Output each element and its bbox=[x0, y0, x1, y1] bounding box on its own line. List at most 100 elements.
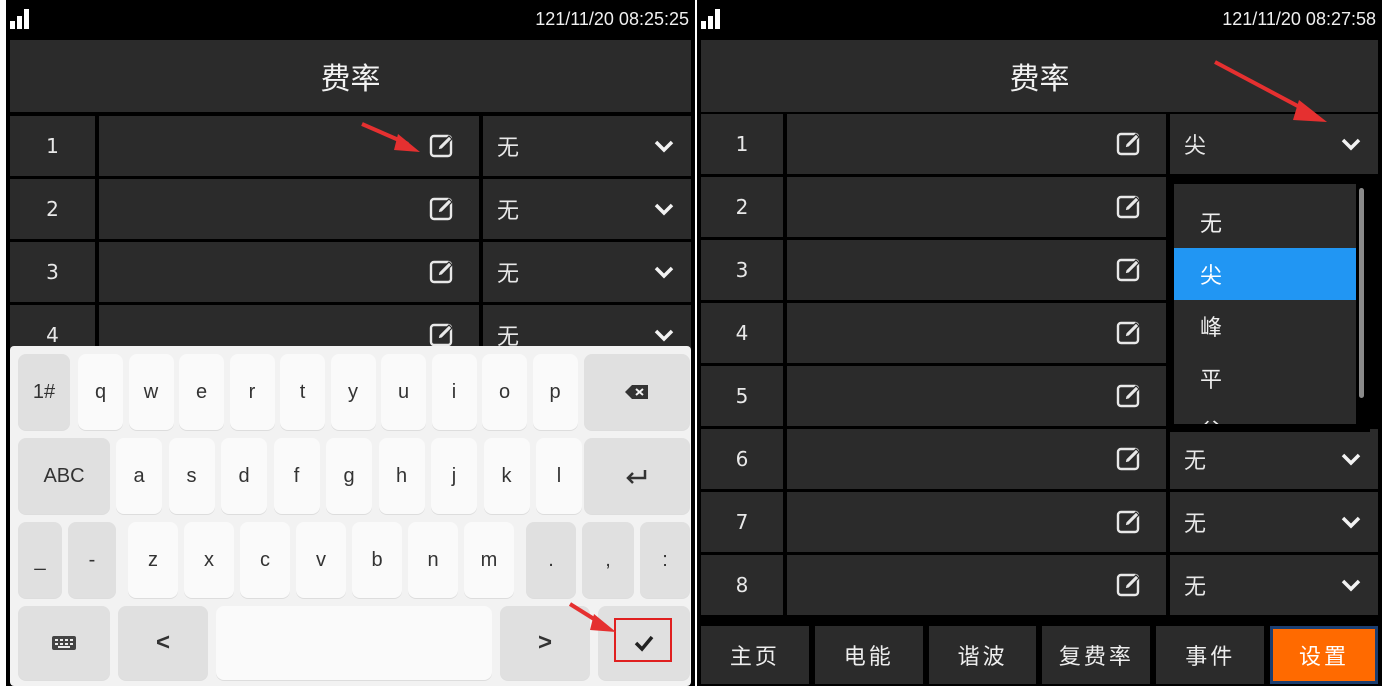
chevron-down-icon[interactable] bbox=[653, 136, 675, 156]
keyboard-key[interactable]: k bbox=[483, 438, 530, 514]
table-row: 3无 bbox=[10, 242, 691, 302]
nav-tab[interactable]: 复费率 bbox=[1042, 626, 1151, 684]
rate-type-value: 无 bbox=[1184, 575, 1207, 600]
keyboard-key[interactable]: _ bbox=[18, 522, 62, 598]
nav-tab[interactable]: 事件 bbox=[1156, 626, 1265, 684]
nav-tab[interactable]: 设置 bbox=[1270, 626, 1378, 684]
keyboard-key[interactable]: g bbox=[326, 438, 372, 514]
edit-icon[interactable] bbox=[429, 322, 455, 348]
keyboard-key[interactable]: v bbox=[296, 522, 346, 598]
edit-icon[interactable] bbox=[1116, 194, 1142, 220]
dropdown-option[interactable]: 无 bbox=[1174, 196, 1356, 248]
keyboard-key[interactable]: c bbox=[240, 522, 290, 598]
rate-name-field[interactable] bbox=[787, 114, 1166, 174]
chevron-down-icon[interactable] bbox=[653, 262, 675, 282]
dropdown-option[interactable]: 谷 bbox=[1174, 404, 1356, 424]
keyboard-key[interactable]: - bbox=[68, 522, 116, 598]
chevron-down-icon[interactable] bbox=[653, 199, 675, 219]
keyboard-key[interactable]: , bbox=[582, 522, 634, 598]
rate-type-select[interactable]: 无 bbox=[483, 116, 691, 176]
rate-name-field[interactable] bbox=[99, 179, 479, 239]
table-row: 6无 bbox=[701, 429, 1378, 489]
keyboard-key[interactable]: m bbox=[464, 522, 514, 598]
keyboard-key[interactable]: e bbox=[179, 354, 224, 430]
rate-name-field[interactable] bbox=[787, 240, 1166, 300]
keyboard-key[interactable]: 1# bbox=[18, 354, 70, 430]
dropdown-option[interactable]: 尖 bbox=[1174, 248, 1356, 300]
keyboard-key[interactable]: . bbox=[526, 522, 576, 598]
row-number: 4 bbox=[701, 303, 783, 363]
edit-icon[interactable] bbox=[1116, 131, 1142, 157]
rate-type-select[interactable]: 无 bbox=[1170, 555, 1378, 615]
dropdown-scrollbar[interactable] bbox=[1359, 188, 1364, 398]
keyboard-key[interactable]: t bbox=[280, 354, 325, 430]
highlight-box bbox=[614, 618, 672, 662]
keyboard-toggle-key[interactable] bbox=[18, 606, 110, 680]
keyboard-key[interactable]: ABC bbox=[18, 438, 110, 514]
row-number: 1 bbox=[701, 114, 783, 174]
keyboard-key[interactable]: n bbox=[408, 522, 458, 598]
keyboard-key[interactable]: h bbox=[378, 438, 425, 514]
rate-dropdown-list[interactable]: 无尖峰平谷 bbox=[1166, 176, 1370, 432]
edit-icon[interactable] bbox=[1116, 383, 1142, 409]
rate-type-select[interactable]: 无 bbox=[483, 242, 691, 302]
keyboard-key[interactable]: : bbox=[640, 522, 690, 598]
rate-name-field[interactable] bbox=[787, 555, 1166, 615]
bottom-nav: 主页 电能 谐波 复费率 事件 设置 bbox=[701, 626, 1378, 684]
rate-name-field[interactable] bbox=[787, 366, 1166, 426]
edit-icon[interactable] bbox=[1116, 320, 1142, 346]
table-row: 7无 bbox=[701, 492, 1378, 552]
chevron-down-icon[interactable] bbox=[1340, 512, 1362, 532]
nav-tab[interactable]: 谐波 bbox=[928, 626, 1037, 684]
rate-type-select[interactable]: 无 bbox=[483, 179, 691, 239]
keyboard-key[interactable]: y bbox=[330, 354, 376, 430]
keyboard-key[interactable]: o bbox=[482, 354, 527, 430]
nav-tab[interactable]: 电能 bbox=[814, 626, 923, 684]
rate-name-field[interactable] bbox=[99, 242, 479, 302]
keyboard-key[interactable]: r bbox=[229, 354, 275, 430]
chevron-down-icon[interactable] bbox=[1340, 575, 1362, 595]
chevron-down-icon[interactable] bbox=[1340, 134, 1362, 154]
rate-type-value: 无 bbox=[1184, 512, 1207, 537]
edit-icon[interactable] bbox=[1116, 572, 1142, 598]
table-row: 8无 bbox=[701, 555, 1378, 615]
rate-name-field[interactable] bbox=[787, 303, 1166, 363]
keyboard-key[interactable]: z bbox=[128, 522, 178, 598]
backspace-key[interactable] bbox=[584, 354, 690, 430]
rate-type-value: 无 bbox=[497, 262, 520, 287]
rate-type-select[interactable]: 无 bbox=[1170, 492, 1378, 552]
enter-key[interactable] bbox=[584, 438, 690, 514]
keyboard-key[interactable]: i bbox=[431, 354, 477, 430]
dropdown-option[interactable]: 峰 bbox=[1174, 300, 1356, 352]
edit-icon[interactable] bbox=[1116, 509, 1142, 535]
rate-name-field[interactable] bbox=[787, 177, 1166, 237]
edit-icon[interactable] bbox=[1116, 446, 1142, 472]
keyboard-key[interactable]: d bbox=[221, 438, 267, 514]
keyboard-key[interactable]: l bbox=[536, 438, 582, 514]
row-number: 2 bbox=[10, 179, 95, 239]
space-key[interactable] bbox=[216, 606, 492, 680]
edit-icon[interactable] bbox=[429, 196, 455, 222]
chevron-down-icon[interactable] bbox=[653, 325, 675, 345]
dropdown-option[interactable]: 平 bbox=[1174, 352, 1356, 404]
rate-type-select[interactable]: 无 bbox=[1170, 429, 1378, 489]
keyboard-key[interactable]: a bbox=[116, 438, 162, 514]
keyboard-key[interactable]: u bbox=[381, 354, 426, 430]
edit-icon[interactable] bbox=[429, 259, 455, 285]
keyboard-key[interactable]: w bbox=[128, 354, 174, 430]
keyboard-key[interactable]: x bbox=[184, 522, 234, 598]
keyboard-key[interactable]: p bbox=[532, 354, 578, 430]
keyboard-key[interactable]: b bbox=[352, 522, 402, 598]
edit-icon[interactable] bbox=[1116, 257, 1142, 283]
rate-name-field[interactable] bbox=[787, 429, 1166, 489]
keyboard-key[interactable]: s bbox=[168, 438, 215, 514]
nav-tab[interactable]: 主页 bbox=[701, 626, 809, 684]
rate-name-field[interactable] bbox=[787, 492, 1166, 552]
keyboard-key[interactable]: q bbox=[78, 354, 123, 430]
edit-icon[interactable] bbox=[429, 133, 455, 159]
chevron-down-icon[interactable] bbox=[1340, 449, 1362, 469]
cursor-left-key[interactable]: < bbox=[118, 606, 208, 680]
keyboard-key[interactable]: f bbox=[273, 438, 320, 514]
status-bar: 121/11/20 08:25:25 bbox=[6, 0, 695, 38]
keyboard-key[interactable]: j bbox=[431, 438, 477, 514]
